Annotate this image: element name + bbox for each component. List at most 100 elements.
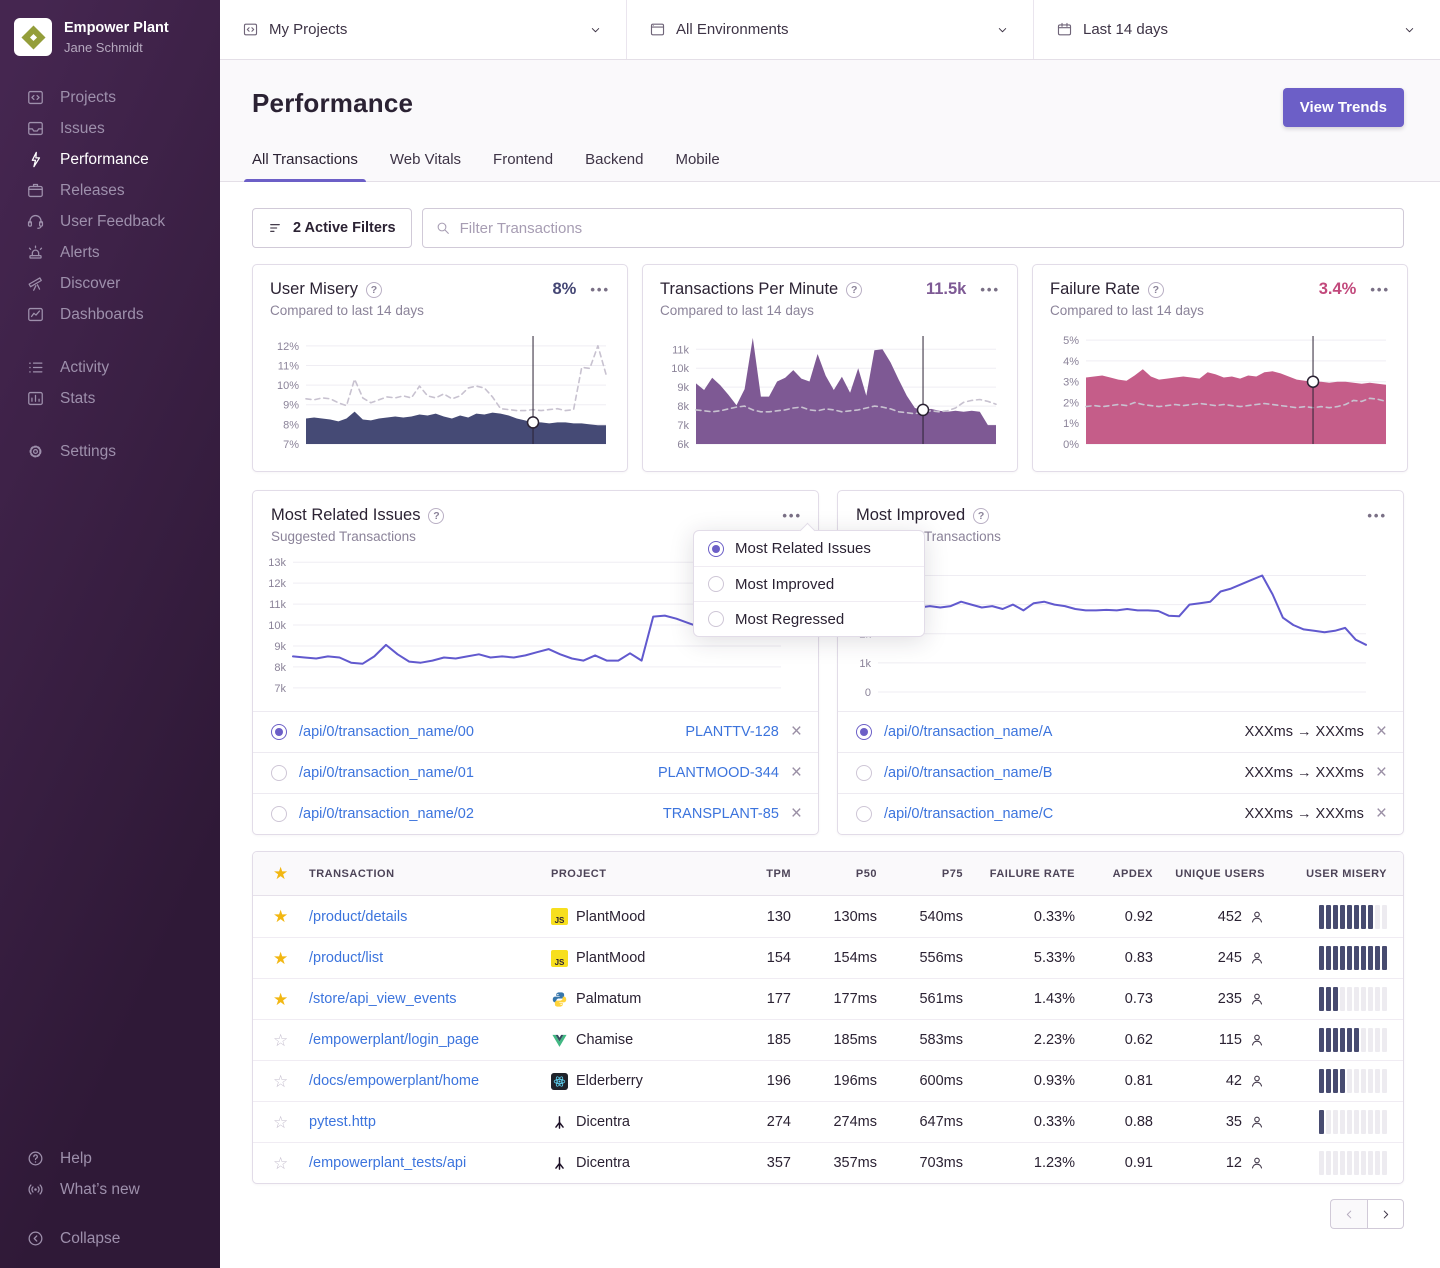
tab-web-vitals[interactable]: Web Vitals xyxy=(390,151,461,181)
sidebar-item-settings[interactable]: Settings xyxy=(0,436,220,467)
transaction-link[interactable]: pytest.http xyxy=(309,1114,551,1130)
sidebar-item-what-s-new[interactable]: What’s new xyxy=(0,1174,220,1205)
misery-bar xyxy=(1361,1110,1366,1134)
issue-tag-link[interactable]: TRANSPLANT-85 xyxy=(663,806,779,822)
help-icon[interactable]: ? xyxy=(1148,282,1164,298)
transaction-link[interactable]: /api/0/transaction_name/A xyxy=(884,724,1233,740)
menu-option-most-improved[interactable]: Most Improved xyxy=(694,566,924,601)
transaction-link[interactable]: /empowerplant/login_page xyxy=(309,1032,551,1048)
sidebar-item-dashboards[interactable]: Dashboards xyxy=(0,299,220,330)
misery-bar xyxy=(1354,1069,1359,1093)
star-toggle[interactable]: ☆ xyxy=(265,1032,309,1049)
pagination xyxy=(252,1199,1404,1253)
row-radio[interactable] xyxy=(856,765,872,781)
discover-icon xyxy=(26,274,45,293)
menu-option-most-related-issues[interactable]: Most Related Issues xyxy=(694,531,924,566)
widget-menu-button[interactable]: ••• xyxy=(776,508,802,523)
sidebar-item-collapse[interactable]: Collapse xyxy=(0,1223,220,1254)
misery-bar xyxy=(1333,1110,1338,1134)
misery-bar xyxy=(1333,1028,1338,1052)
issue-tag-link[interactable]: PLANTTV-128 xyxy=(685,724,779,740)
star-toggle[interactable]: ★ xyxy=(265,908,309,925)
transaction-link[interactable]: /product/details xyxy=(309,909,551,925)
sidebar-item-releases[interactable]: Releases xyxy=(0,175,220,206)
sidebar-item-issues[interactable]: Issues xyxy=(0,113,220,144)
help-icon[interactable]: ? xyxy=(366,282,382,298)
sidebar-item-help[interactable]: Help xyxy=(0,1143,220,1174)
dismiss-icon[interactable]: × xyxy=(791,722,802,743)
option-radio[interactable] xyxy=(708,541,724,557)
sidebar-item-projects[interactable]: Projects xyxy=(0,82,220,113)
metric-cards-row: User Misery?8%•••Compared to last 14 day… xyxy=(252,264,1404,472)
tab-all-transactions[interactable]: All Transactions xyxy=(252,151,358,181)
related-issues-list: /api/0/transaction_name/00 PLANTTV-128 × /a… xyxy=(253,711,818,834)
transaction-link[interactable]: /store/api_view_events xyxy=(309,991,551,1007)
misery-bar xyxy=(1354,1110,1359,1134)
dismiss-icon[interactable]: × xyxy=(1376,722,1387,743)
org-switcher[interactable]: Empower Plant Jane Schmidt xyxy=(0,12,220,56)
pagination-next-button[interactable] xyxy=(1367,1199,1404,1229)
settings-icon xyxy=(26,442,45,461)
star-toggle[interactable]: ☆ xyxy=(265,1114,309,1131)
metric-menu-button[interactable]: ••• xyxy=(1364,282,1390,297)
transaction-link[interactable]: /empowerplant_tests/api xyxy=(309,1155,551,1171)
misery-bar xyxy=(1326,1028,1331,1052)
chevron-left-icon xyxy=(1342,1207,1357,1222)
dismiss-icon[interactable]: × xyxy=(1376,804,1387,825)
tab-mobile[interactable]: Mobile xyxy=(675,151,719,181)
transaction-link[interactable]: /docs/empowerplant/home xyxy=(309,1073,551,1089)
issue-tag-link[interactable]: PLANTMOOD-344 xyxy=(658,765,779,781)
dismiss-icon[interactable]: × xyxy=(791,763,802,784)
misery-bar xyxy=(1368,1151,1373,1175)
sidebar-item-stats[interactable]: Stats xyxy=(0,383,220,414)
transaction-link[interactable]: /product/list xyxy=(309,950,551,966)
star-toggle[interactable]: ☆ xyxy=(265,1155,309,1172)
tpm-cell: 274 xyxy=(719,1114,791,1130)
metric-menu-button[interactable]: ••• xyxy=(584,282,610,297)
row-radio[interactable] xyxy=(271,806,287,822)
transaction-link[interactable]: /api/0/transaction_name/01 xyxy=(299,765,646,781)
option-radio[interactable] xyxy=(708,576,724,592)
sidebar-item-activity[interactable]: Activity xyxy=(0,352,220,383)
dismiss-icon[interactable]: × xyxy=(791,804,802,825)
transaction-link[interactable]: /api/0/transaction_name/B xyxy=(884,765,1233,781)
dismiss-icon[interactable]: × xyxy=(1376,763,1387,784)
project-filter-select[interactable]: My Projects xyxy=(220,0,627,59)
sidebar-item-user-feedback[interactable]: User Feedback xyxy=(0,206,220,237)
transaction-link[interactable]: /api/0/transaction_name/02 xyxy=(299,806,651,822)
sidebar-item-discover[interactable]: Discover xyxy=(0,268,220,299)
row-radio[interactable] xyxy=(271,724,287,740)
view-trends-button[interactable]: View Trends xyxy=(1283,88,1404,127)
active-filters-button[interactable]: 2 Active Filters xyxy=(252,208,412,248)
help-icon[interactable]: ? xyxy=(846,282,862,298)
star-column-header[interactable]: ★ xyxy=(265,865,309,882)
search-input[interactable] xyxy=(460,220,1391,237)
star-toggle[interactable]: ★ xyxy=(265,991,309,1008)
help-icon[interactable]: ? xyxy=(428,508,444,524)
project-name: PlantMood xyxy=(576,950,645,966)
sidebar-item-alerts[interactable]: Alerts xyxy=(0,237,220,268)
svg-text:9k: 9k xyxy=(274,641,286,653)
widget-menu-button[interactable]: ••• xyxy=(1361,508,1387,523)
tpm-cell: 177 xyxy=(719,991,791,1007)
row-radio[interactable] xyxy=(271,765,287,781)
help-icon[interactable]: ? xyxy=(973,508,989,524)
project-cell: Elderberry xyxy=(551,1073,719,1090)
star-toggle[interactable]: ★ xyxy=(265,950,309,967)
transaction-link[interactable]: /api/0/transaction_name/00 xyxy=(299,724,673,740)
date-range-select[interactable]: Last 14 days xyxy=(1034,0,1440,59)
row-radio[interactable] xyxy=(856,806,872,822)
misery-bar xyxy=(1375,1069,1380,1093)
misery-bar xyxy=(1333,987,1338,1011)
menu-option-most-regressed[interactable]: Most Regressed xyxy=(694,601,924,636)
option-radio[interactable] xyxy=(708,611,724,627)
sidebar-item-performance[interactable]: Performance xyxy=(0,144,220,175)
tab-frontend[interactable]: Frontend xyxy=(493,151,553,181)
metric-menu-button[interactable]: ••• xyxy=(974,282,1000,297)
environment-filter-select[interactable]: All Environments xyxy=(627,0,1034,59)
tab-backend[interactable]: Backend xyxy=(585,151,643,181)
row-radio[interactable] xyxy=(856,724,872,740)
pagination-prev-button[interactable] xyxy=(1330,1199,1367,1229)
transaction-link[interactable]: /api/0/transaction_name/C xyxy=(884,806,1233,822)
star-toggle[interactable]: ☆ xyxy=(265,1073,309,1090)
